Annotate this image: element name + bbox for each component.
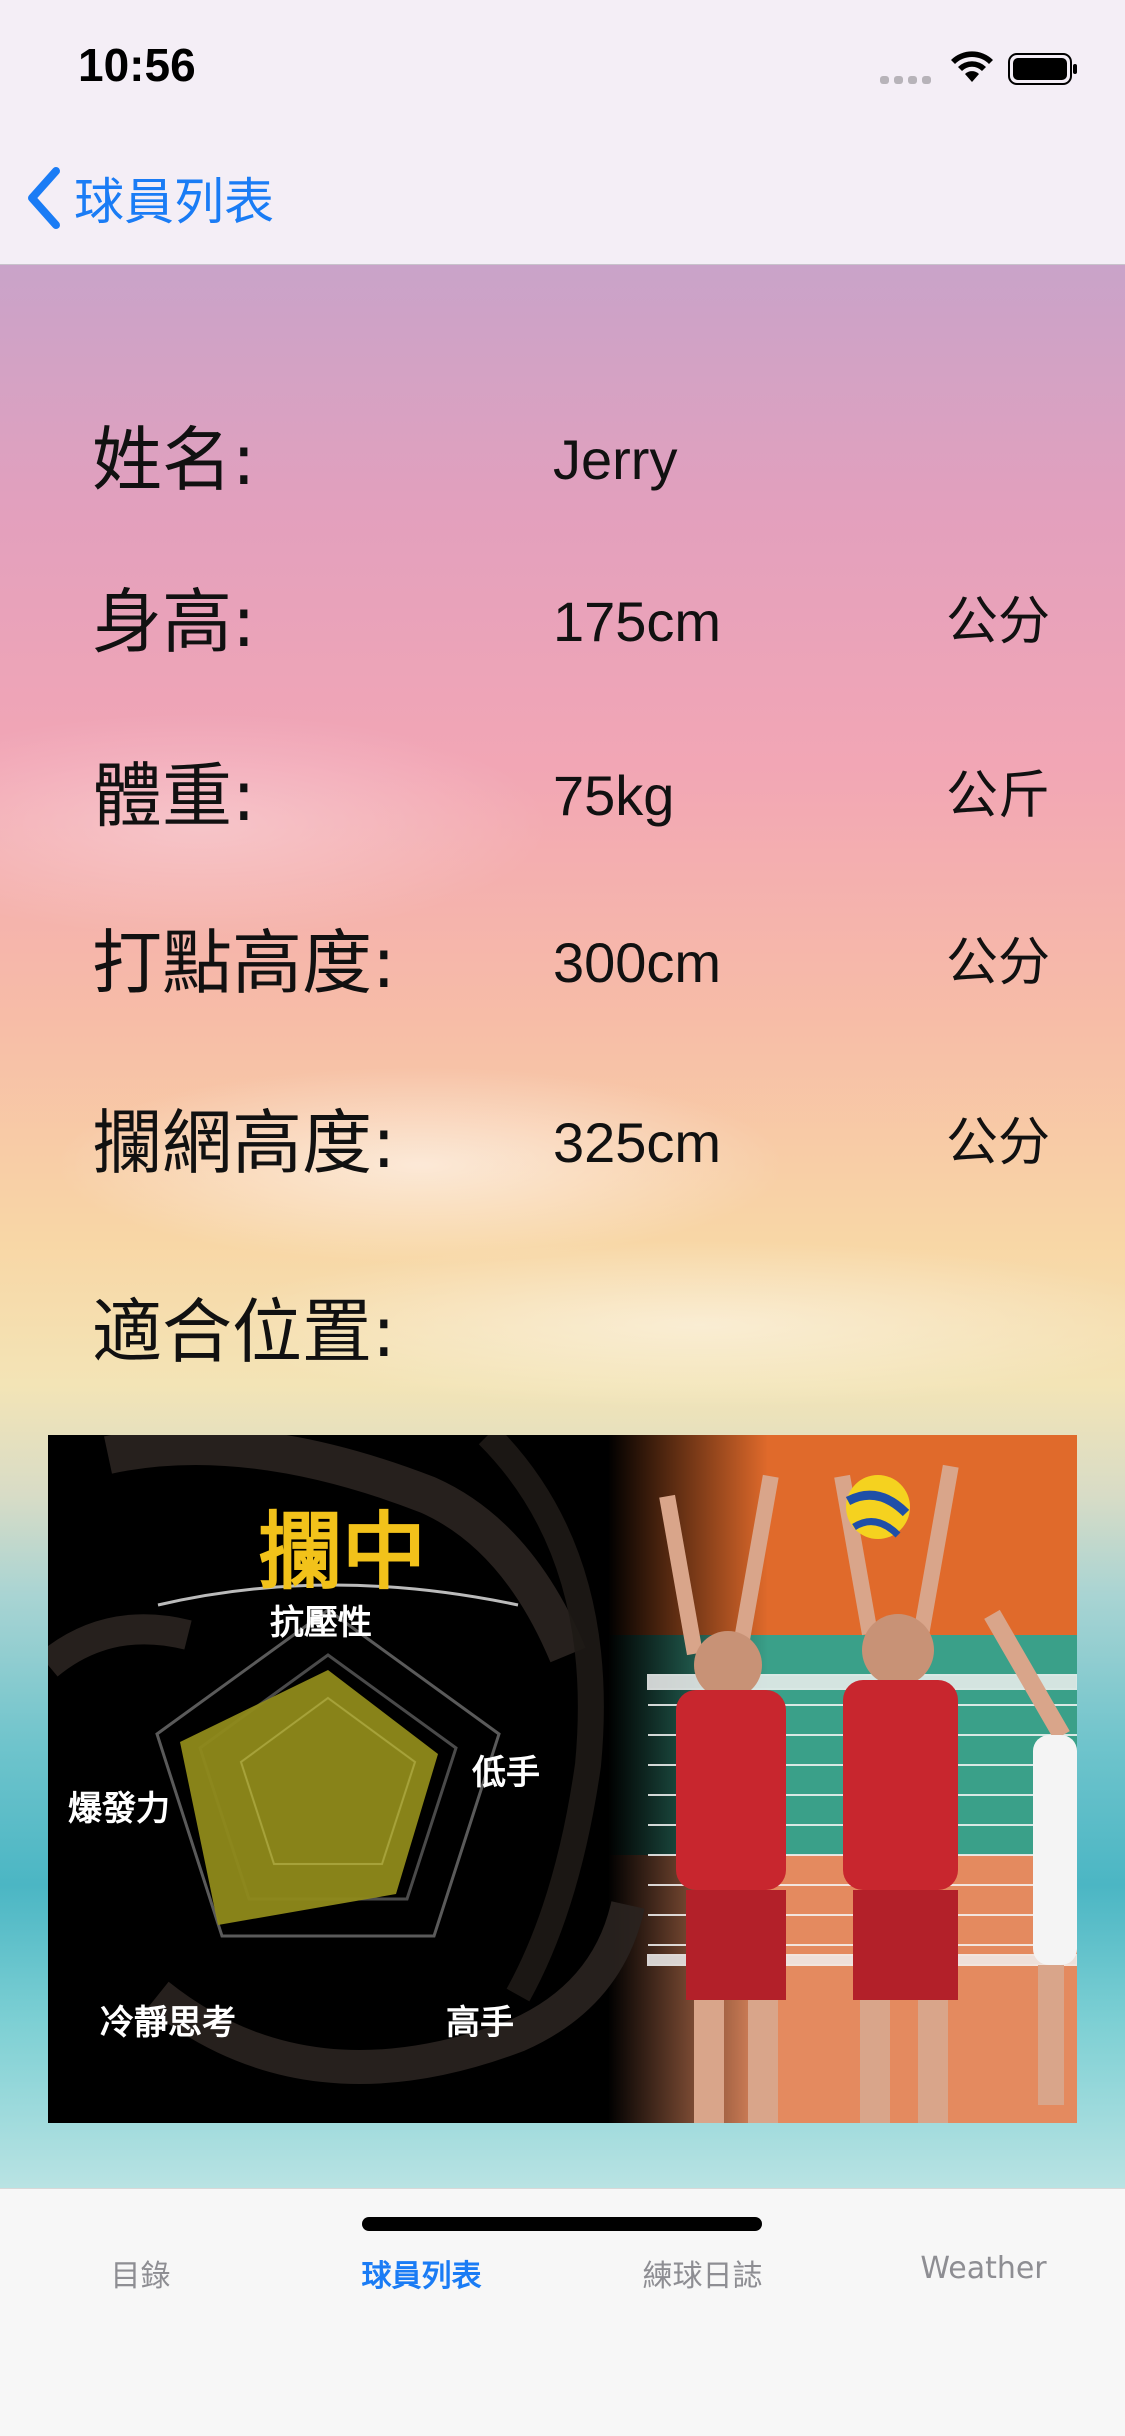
block-height-value: 325cm — [553, 1111, 722, 1174]
tab-weather-label: Weather — [920, 2251, 1047, 2286]
weight-unit: 公斤 — [945, 766, 1050, 826]
radar-axis-underhand: 低手 — [472, 1753, 540, 1793]
chevron-left-icon — [28, 167, 60, 229]
radar-axis-calm-thinking: 冷靜思考 — [100, 2003, 236, 2043]
info-row-spike-height: 打點高度: 300cm 公分 — [0, 908, 1125, 1018]
block-height-label: 攔網高度: — [92, 1102, 396, 1184]
height-unit: 公分 — [945, 592, 1050, 652]
info-row-block-height: 攔網高度: 325cm 公分 — [0, 1088, 1125, 1198]
weight-value: 75kg — [553, 764, 675, 827]
position-title: 攔中 — [258, 1503, 427, 1601]
name-label: 姓名: — [92, 419, 256, 501]
status-time: 10:56 — [78, 39, 196, 91]
cellular-signal-icon — [880, 74, 936, 84]
block-height-unit: 公分 — [945, 1113, 1050, 1173]
info-row-height: 身高: 175cm 公分 — [0, 567, 1125, 677]
radar-axis-overhand: 高手 — [446, 2003, 514, 2043]
radar-axis-explosiveness: 爆發力 — [68, 1789, 170, 1829]
status-bar: 10:56 — [0, 0, 1125, 132]
spike-height-value: 300cm — [553, 931, 722, 994]
tab-catalog-label: 目錄 — [110, 2259, 171, 2294]
info-row-weight: 體重: 75kg 公斤 — [0, 741, 1125, 851]
player-detail-content: 姓名: Jerry 身高: 175cm 公分 體重: 75kg 公斤 打點高度:… — [0, 265, 1125, 2188]
height-value: 175cm — [553, 590, 722, 653]
navigation-bar: 球員列表 — [0, 132, 1125, 265]
info-row-position: 適合位置: — [0, 1277, 1125, 1387]
radar-chart — [155, 1608, 501, 1938]
radar-axis-stress-resistance: 抗壓性 — [270, 1603, 372, 1643]
tab-weather[interactable]: Weather — [843, 2189, 1124, 2436]
spike-height-label: 打點高度: — [92, 922, 396, 1004]
back-button-label: 球員列表 — [74, 173, 274, 231]
player-detail-screen: 10:56 球員列表 姓名: Jerry 身高: 175cm 公分 體重: 75… — [0, 0, 1125, 2436]
tab-practice-log-label: 練球日誌 — [642, 2259, 763, 2294]
weight-label: 體重: — [92, 755, 256, 837]
back-button[interactable]: 球員列表 — [24, 162, 274, 234]
battery-icon — [1008, 53, 1077, 85]
position-image: 攔中 抗壓性 低手 高手 冷靜思考 爆發力 — [48, 1435, 1077, 2123]
wifi-icon — [951, 51, 993, 82]
spike-height-unit: 公分 — [945, 933, 1050, 993]
position-label: 適合位置: — [92, 1291, 396, 1373]
tab-catalog[interactable]: 目錄 — [0, 2189, 281, 2436]
tab-player-list-label: 球員列表 — [361, 2259, 482, 2294]
volleyball — [845, 1475, 910, 1539]
info-row-name: 姓名: Jerry — [0, 405, 1125, 515]
height-label: 身高: — [92, 581, 256, 663]
name-value: Jerry — [553, 428, 678, 491]
home-indicator — [362, 2217, 762, 2231]
